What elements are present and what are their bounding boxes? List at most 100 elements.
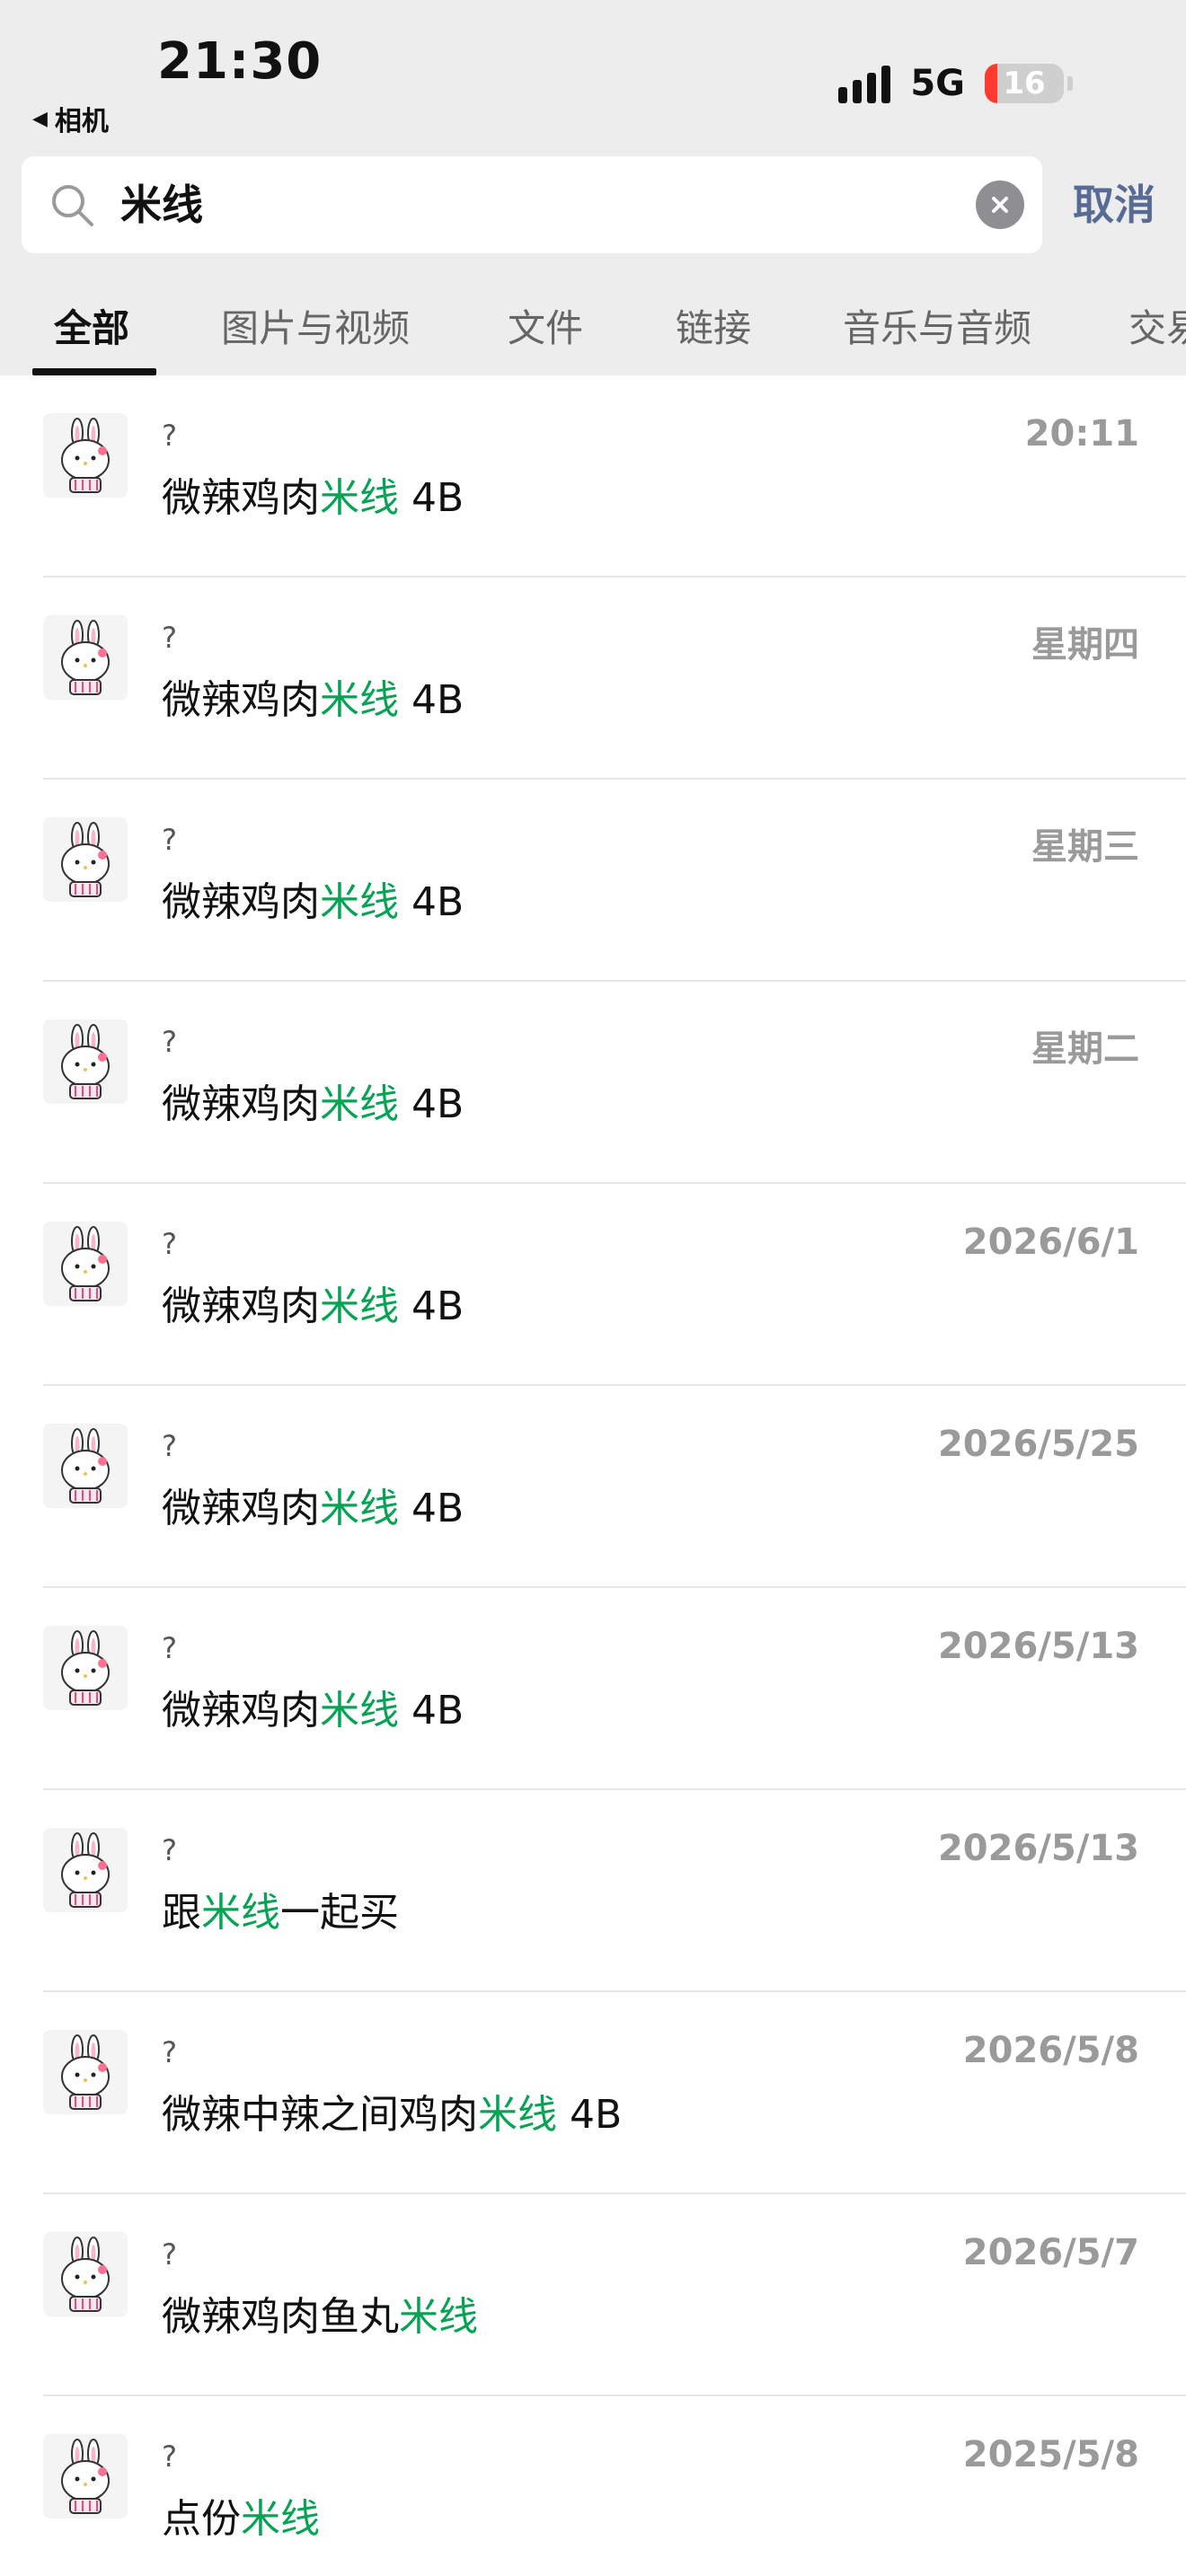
- sender-name: ?: [162, 823, 177, 857]
- result-row[interactable]: ? 2026/5/13 微辣鸡肉米线 4B: [0, 1588, 1186, 1790]
- message-text: 4B: [399, 1486, 465, 1531]
- avatar: [43, 1424, 128, 1508]
- message-snippet: 微辣鸡肉鱼丸米线: [162, 2284, 478, 2342]
- tab-all[interactable]: 全部: [54, 293, 129, 375]
- result-row[interactable]: ? 2026/5/7 微辣鸡肉鱼丸米线: [0, 2194, 1186, 2396]
- status-indicators: 5G 16: [838, 63, 1073, 104]
- result-row[interactable]: ? 2026/5/13 跟米线一起买: [0, 1790, 1186, 1992]
- message-text: 微辣鸡肉: [162, 677, 320, 723]
- message-time: 20:11: [1024, 413, 1139, 454]
- search-icon: [52, 185, 93, 226]
- sender-name: ?: [162, 1631, 177, 1665]
- keyword-highlight: 米线: [320, 1688, 399, 1734]
- message-text: 点份: [162, 2496, 241, 2542]
- result-row[interactable]: ? 星期三微辣鸡肉米线 4B: [0, 780, 1186, 982]
- message-text: 一起买: [280, 1890, 399, 1936]
- result-row[interactable]: ? 星期四 微辣鸡肉米线 4B: [0, 578, 1186, 780]
- message-time: 2026/5/8: [962, 2030, 1139, 2071]
- result-row[interactable]: ? 2026/6/1 微辣鸡肉米线 4B: [0, 1184, 1186, 1386]
- message-snippet: 微辣鸡肉米线 4B: [162, 1476, 464, 1533]
- keyword-highlight: 米线: [399, 2294, 478, 2340]
- clear-search-button[interactable]: [976, 181, 1024, 229]
- keyword-highlight: 米线: [478, 2092, 557, 2138]
- battery-cap: [1067, 76, 1073, 91]
- message-snippet: 跟米线一起买: [162, 1880, 399, 1937]
- result-row[interactable]: ? 2026/5/25 微辣鸡肉米线 4B: [0, 1386, 1186, 1588]
- result-row[interactable]: ? 20:11 微辣鸡肉米线 4B: [0, 375, 1186, 578]
- sender-name: ?: [162, 2237, 177, 2272]
- message-text: 4B: [557, 2092, 623, 2138]
- tab-transactions[interactable]: 交易: [1128, 293, 1186, 375]
- sender-name: ?: [162, 1833, 177, 1867]
- message-text: 微辣中辣之间鸡肉: [162, 2092, 478, 2138]
- message-time: 2026/5/25: [937, 1424, 1139, 1465]
- avatar: [43, 2434, 128, 2519]
- sender-name: ?: [162, 419, 177, 453]
- message-time: 2026/5/13: [937, 1626, 1139, 1667]
- message-time: 星期四: [1031, 624, 1139, 666]
- result-row[interactable]: ? 星期二 微辣鸡肉米线 4B: [0, 982, 1186, 1184]
- message-time: 星期二: [1031, 1028, 1139, 1070]
- tab-images-videos[interactable]: 图片与视频: [221, 293, 410, 375]
- sender-name: ?: [162, 2439, 177, 2474]
- sender-name: ?: [162, 1429, 177, 1463]
- message-snippet: 微辣鸡肉米线 4B: [162, 667, 464, 725]
- keyword-highlight: 米线: [320, 475, 399, 521]
- message-snippet: 微辣中辣之间鸡肉米线 4B: [162, 2082, 622, 2139]
- avatar: [43, 413, 128, 498]
- message-text: 微辣鸡肉鱼丸: [162, 2294, 399, 2340]
- message-time: 2026/5/7: [962, 2232, 1139, 2273]
- message-snippet: 微辣鸡肉米线 4B: [162, 869, 464, 927]
- tab-music-audio[interactable]: 音乐与音频: [843, 293, 1031, 375]
- close-icon: [992, 197, 1008, 213]
- message-text: 跟: [162, 1890, 201, 1936]
- search-results-list: ? 20:11 微辣鸡肉米线 4B ? 星期四 微辣鸡肉米线 4B ? 星期三 微辣鸡肉米线…: [0, 375, 1186, 2576]
- sender-name: ?: [162, 2035, 177, 2069]
- avatar: [43, 817, 128, 902]
- message-text: 微辣鸡肉: [162, 1081, 320, 1127]
- search-field[interactable]: 米线: [22, 156, 1042, 253]
- avatar: [43, 1828, 128, 1912]
- avatar: [43, 2232, 128, 2316]
- message-time: 2025/5/8: [962, 2434, 1139, 2475]
- keyword-highlight: 米线: [320, 879, 399, 925]
- avatar: [43, 2030, 128, 2114]
- avatar: [43, 1222, 128, 1306]
- message-snippet: 点份米线: [162, 2486, 320, 2544]
- keyword-highlight: 米线: [320, 677, 399, 723]
- result-row[interactable]: ? 2025/5/8 点份米线: [0, 2396, 1186, 2576]
- message-text: 4B: [399, 1284, 465, 1329]
- keyword-highlight: 米线: [241, 2496, 320, 2542]
- network-type: 5G: [910, 63, 965, 104]
- search-results-screen: 21:30 ◀ 相机 5G 16 米线 取消 全部 图片与视频 文件 链接 音乐…: [0, 0, 1186, 2576]
- message-text: 4B: [399, 1688, 465, 1734]
- search-input[interactable]: 米线: [120, 156, 203, 253]
- message-time: 2026/6/1: [962, 1222, 1139, 1263]
- back-app-label: 相机: [54, 106, 109, 137]
- message-text: 4B: [399, 475, 465, 521]
- category-tabs: 全部 图片与视频 文件 链接 音乐与音频 交易: [0, 293, 1186, 375]
- cancel-button[interactable]: 取消: [1073, 171, 1155, 239]
- message-text: 微辣鸡肉: [162, 1486, 320, 1531]
- message-text: 微辣鸡肉: [162, 1688, 320, 1734]
- message-snippet: 微辣鸡肉米线 4B: [162, 1072, 464, 1129]
- message-snippet: 微辣鸡肉米线 4B: [162, 1274, 464, 1331]
- result-row[interactable]: ? 2026/5/8 微辣中辣之间鸡肉米线 4B: [0, 1992, 1186, 2194]
- avatar: [43, 1019, 128, 1104]
- keyword-highlight: 米线: [320, 1081, 399, 1127]
- tab-files[interactable]: 文件: [508, 293, 583, 375]
- keyword-highlight: 米线: [320, 1486, 399, 1531]
- message-text: 4B: [399, 677, 465, 723]
- message-snippet: 微辣鸡肉米线 4B: [162, 465, 464, 523]
- message-text: 微辣鸡肉: [162, 879, 320, 925]
- message-text: 微辣鸡肉: [162, 475, 320, 521]
- back-to-app-button[interactable]: ◀ 相机: [32, 99, 109, 138]
- tab-links[interactable]: 链接: [676, 293, 751, 375]
- message-text: 4B: [399, 879, 465, 925]
- message-time: 星期三: [1031, 826, 1139, 868]
- avatar: [43, 615, 128, 700]
- avatar: [43, 1626, 128, 1710]
- active-tab-indicator: [32, 368, 156, 375]
- message-time: 2026/5/13: [937, 1828, 1139, 1869]
- keyword-highlight: 米线: [320, 1284, 399, 1329]
